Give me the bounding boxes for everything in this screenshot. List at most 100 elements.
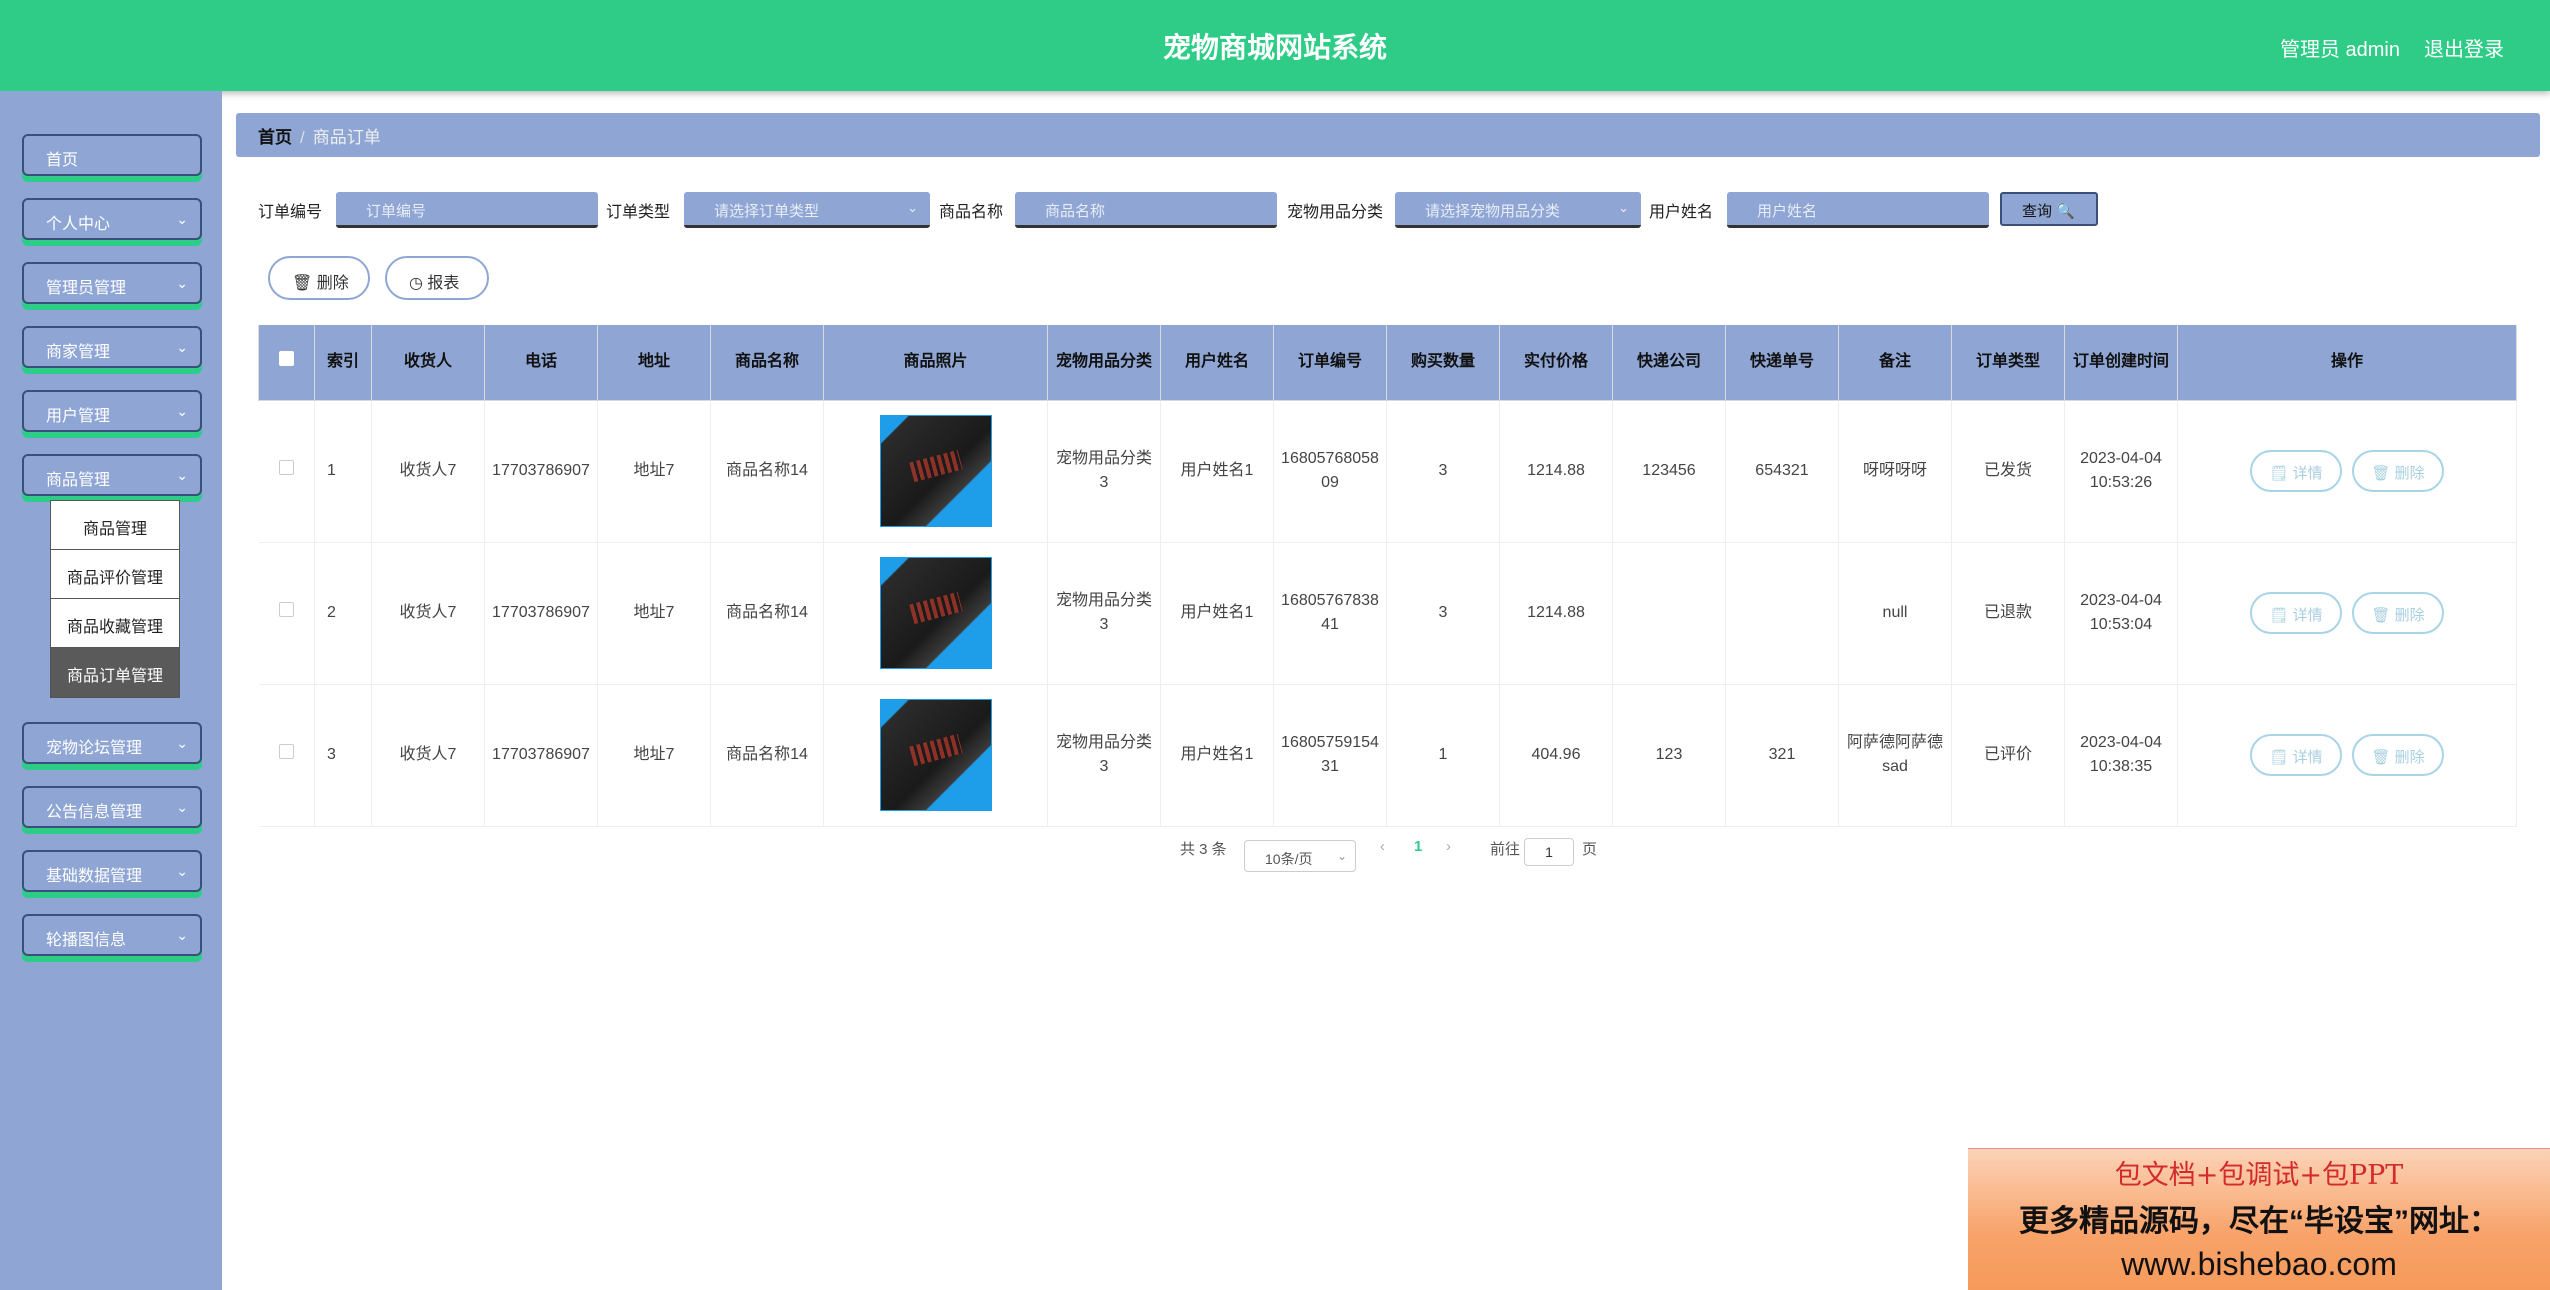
category-select[interactable]: 请选择宠物用品分类 ⌄ xyxy=(1395,192,1641,228)
product-photo[interactable] xyxy=(879,699,992,811)
product-name-input[interactable]: 商品名称 xyxy=(1015,192,1277,228)
col-phone: 电话 xyxy=(484,325,598,401)
cell-tracking: 321 xyxy=(1725,684,1839,827)
col-product-photo: 商品照片 xyxy=(823,325,1048,401)
sidebar-item-label: 首页 xyxy=(46,152,79,169)
delete-button[interactable]: 🗑 删除 xyxy=(2352,734,2444,776)
sidebar-item-label: 个人中心 xyxy=(46,216,111,233)
submenu-item-product[interactable]: 商品管理 xyxy=(51,501,179,550)
table-row: 3 收货人7 17703786907 地址7 商品名称14 宠物用品分类3 用户… xyxy=(258,684,2517,827)
row-select-cell xyxy=(258,400,315,543)
batch-delete-button[interactable]: 🗑 删除 xyxy=(268,256,370,300)
col-receiver: 收货人 xyxy=(371,325,485,401)
pager-total: 共 3 条 xyxy=(1180,841,1227,858)
sidebar-item-carousel[interactable]: 轮播图信息 ⌄ xyxy=(22,914,202,956)
next-page-button[interactable]: › xyxy=(1446,838,1451,855)
row-checkbox[interactable] xyxy=(278,602,294,617)
order-type-select[interactable]: 请选择订单类型 ⌄ xyxy=(684,192,930,228)
sidebar-item-forum[interactable]: 宠物论坛管理 ⌄ xyxy=(22,722,202,764)
sidebar-item-admin[interactable]: 管理员管理 ⌄ xyxy=(22,262,202,304)
page-size-select[interactable]: 10条/页 ⌄ xyxy=(1244,840,1356,872)
product-photo[interactable] xyxy=(879,557,992,669)
sidebar-item-notice[interactable]: 公告信息管理 ⌄ xyxy=(22,786,202,828)
chevron-down-icon: ⌄ xyxy=(176,927,188,943)
submenu-item-order[interactable]: 商品订单管理 xyxy=(51,648,179,697)
chevron-down-icon: ⌄ xyxy=(176,799,188,815)
cell-created: 2023-04-04 10:38:35 xyxy=(2064,684,2178,827)
order-table: 索引 收货人 电话 地址 商品名称 商品照片 宠物用品分类 用户姓名 订单编号 … xyxy=(258,325,2517,827)
row-checkbox[interactable] xyxy=(278,744,294,759)
cell-phone: 17703786907 xyxy=(484,400,598,543)
logout-link[interactable]: 退出登录 xyxy=(2424,33,2504,62)
order-type-label: 订单类型 xyxy=(606,204,671,221)
product-photo[interactable] xyxy=(879,415,992,527)
col-note: 备注 xyxy=(1838,325,1952,401)
cell-category: 宠物用品分类3 xyxy=(1047,684,1161,827)
cell-created: 2023-04-04 10:53:26 xyxy=(2064,400,2178,543)
breadcrumb-home[interactable]: 首页 xyxy=(258,128,292,147)
sidebar-item-user[interactable]: 用户管理 ⌄ xyxy=(22,390,202,432)
sidebar-item-merchant[interactable]: 商家管理 ⌄ xyxy=(22,326,202,368)
table-row: 2 收货人7 17703786907 地址7 商品名称14 宠物用品分类3 用户… xyxy=(258,542,2517,685)
breadcrumb-current: 商品订单 xyxy=(312,128,381,147)
goto-page-input[interactable]: 1 xyxy=(1524,838,1574,866)
col-created: 订单创建时间 xyxy=(2064,325,2178,401)
row-select-cell xyxy=(258,542,315,685)
col-price: 实付价格 xyxy=(1499,325,1613,401)
col-index: 索引 xyxy=(314,325,372,401)
app-title: 宠物商城网站系统 xyxy=(1162,32,1387,63)
detail-button[interactable]: 🗒 详情 xyxy=(2250,450,2342,492)
select-all-header xyxy=(258,325,315,401)
delete-button[interactable]: 🗑 删除 xyxy=(2352,450,2444,492)
sidebar-item-home[interactable]: 首页 xyxy=(22,134,202,176)
product-submenu: 商品管理 商品评价管理 商品收藏管理 商品订单管理 xyxy=(50,500,180,698)
order-no-input[interactable]: 订单编号 xyxy=(336,192,598,228)
sidebar-item-product[interactable]: 商品管理 ⌄ xyxy=(22,454,202,496)
sidebar-item-label: 轮播图信息 xyxy=(46,932,127,949)
col-user-name: 用户姓名 xyxy=(1160,325,1274,401)
cell-quantity: 3 xyxy=(1386,400,1500,543)
cell-receiver: 收货人7 xyxy=(371,684,485,827)
cell-receiver: 收货人7 xyxy=(371,542,485,685)
query-button[interactable]: 查询 🔍 xyxy=(2000,192,2098,226)
select-all-checkbox[interactable] xyxy=(279,351,294,367)
report-button[interactable]: ◷ 报表 xyxy=(385,256,489,300)
submenu-item-favorite[interactable]: 商品收藏管理 xyxy=(51,599,179,648)
cell-tracking xyxy=(1725,542,1839,685)
cell-index: 1 xyxy=(314,400,372,543)
cell-user-name: 用户姓名1 xyxy=(1160,542,1274,685)
goto-label: 前往 xyxy=(1490,841,1521,858)
cell-quantity: 3 xyxy=(1386,542,1500,685)
top-header: 宠物商城网站系统 管理员 admin 退出登录 xyxy=(0,0,2550,91)
order-type-placeholder: 请选择订单类型 xyxy=(714,203,820,220)
col-order-type: 订单类型 xyxy=(1951,325,2065,401)
page-number-1[interactable]: 1 xyxy=(1414,838,1422,855)
cell-order-type: 已评价 xyxy=(1951,684,2065,827)
cell-courier xyxy=(1612,542,1726,685)
detail-button[interactable]: 🗒 详情 xyxy=(2250,734,2342,776)
table-row: 1 收货人7 17703786907 地址7 商品名称14 宠物用品分类3 用户… xyxy=(258,400,2517,543)
sidebar-item-label: 基础数据管理 xyxy=(46,868,143,885)
current-user: 管理员 admin xyxy=(2279,39,2400,61)
row-select-cell xyxy=(258,684,315,827)
prev-page-button[interactable]: ‹ xyxy=(1380,838,1385,855)
sidebar-item-basic-data[interactable]: 基础数据管理 ⌄ xyxy=(22,850,202,892)
chevron-down-icon: ⌄ xyxy=(176,211,188,227)
cell-price: 404.96 xyxy=(1499,684,1613,827)
col-product-name: 商品名称 xyxy=(710,325,824,401)
detail-button[interactable]: 🗒 详情 xyxy=(2250,592,2342,634)
delete-button[interactable]: 🗑 删除 xyxy=(2352,592,2444,634)
submenu-item-review[interactable]: 商品评价管理 xyxy=(51,550,179,599)
sidebar-item-label: 宠物论坛管理 xyxy=(46,740,143,757)
cell-product-name: 商品名称14 xyxy=(710,400,824,543)
sidebar-item-label: 用户管理 xyxy=(46,408,111,425)
promo-line-1: 包文档+包调试+包PPT xyxy=(2114,1160,2404,1191)
col-category: 宠物用品分类 xyxy=(1047,325,1161,401)
page-unit-label: 页 xyxy=(1582,841,1598,858)
row-checkbox[interactable] xyxy=(278,460,294,475)
user-name-input[interactable]: 用户姓名 xyxy=(1727,192,1989,228)
cell-product-name: 商品名称14 xyxy=(710,684,824,827)
sidebar-item-profile[interactable]: 个人中心 ⌄ xyxy=(22,198,202,240)
sidebar-item-label: 商家管理 xyxy=(46,344,111,361)
breadcrumb-separator: / xyxy=(300,128,305,147)
